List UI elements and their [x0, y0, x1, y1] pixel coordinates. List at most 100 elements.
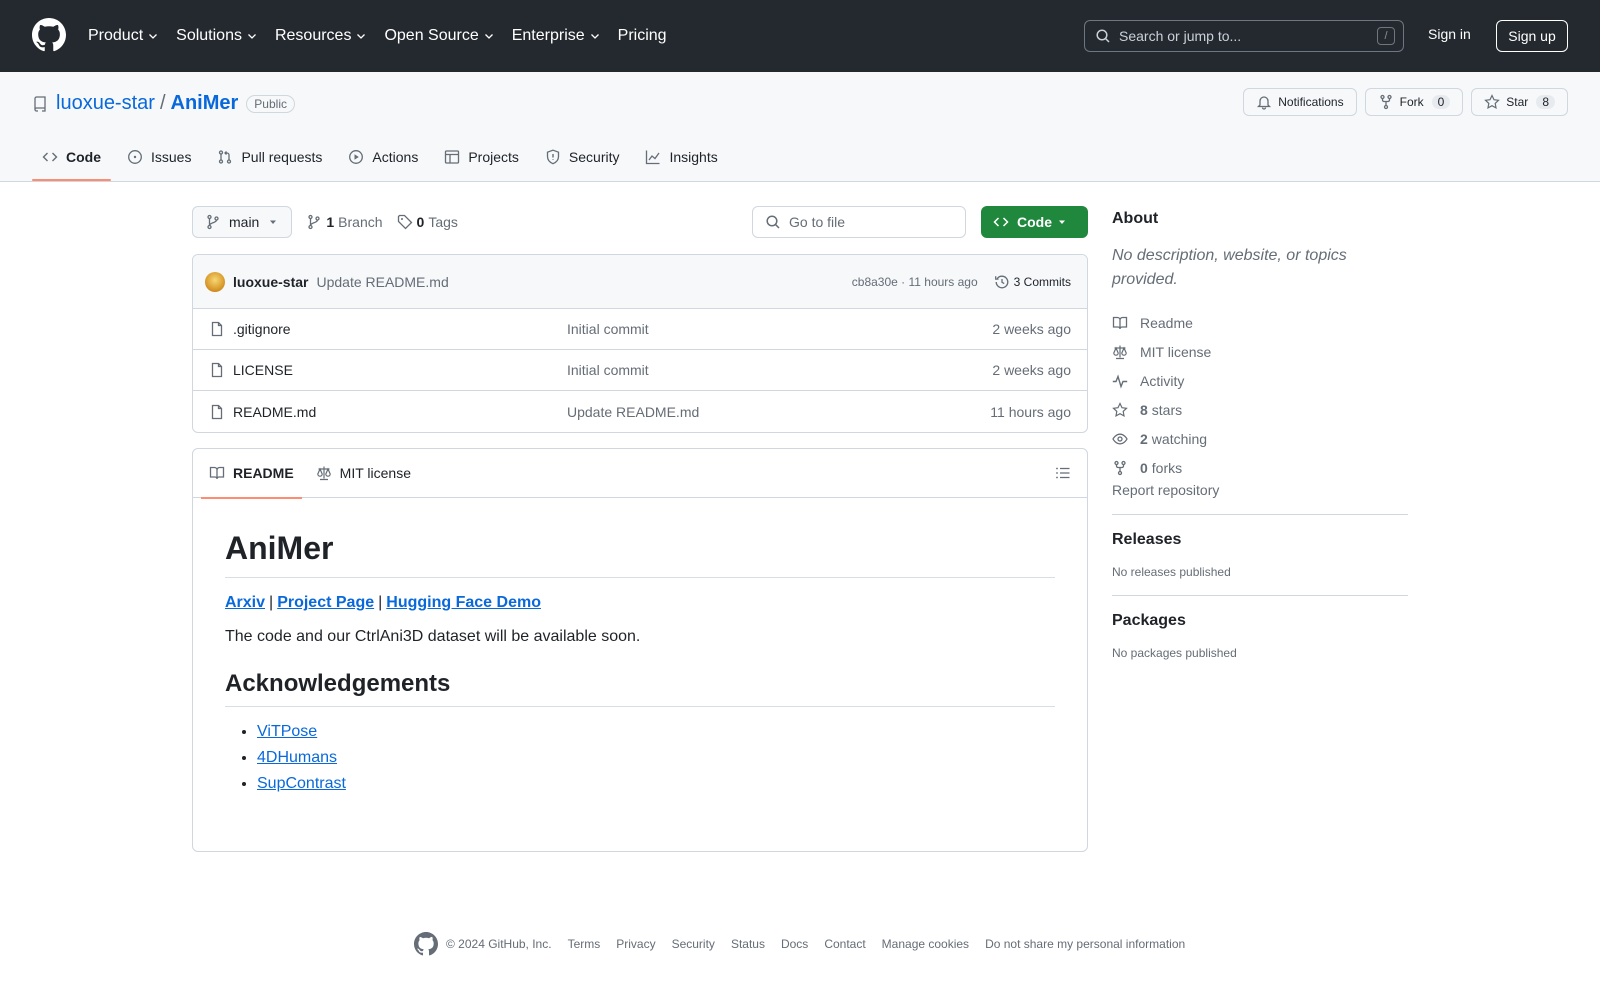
fork-icon: [1114, 460, 1126, 475]
go-to-file-input[interactable]: Go to file: [752, 206, 966, 238]
repo-owner-link[interactable]: luoxue-star: [56, 92, 155, 115]
tab-actions[interactable]: Actions: [338, 133, 428, 181]
tab-issues[interactable]: Issues: [117, 133, 201, 181]
shield-icon: [546, 149, 560, 165]
file-commit-message[interactable]: Initial commit: [567, 321, 992, 337]
branch-icon: [308, 214, 321, 230]
packages-heading[interactable]: Packages: [1112, 612, 1408, 630]
file-icon: [211, 362, 223, 378]
footer-link-security[interactable]: Security: [672, 937, 715, 951]
sidebar-stars-link[interactable]: 8 stars: [1112, 395, 1408, 424]
footer-link-manage-cookies[interactable]: Manage cookies: [882, 937, 969, 951]
caret-down-icon: [270, 220, 277, 224]
file-row[interactable]: LICENSE Initial commit 2 weeks ago: [193, 350, 1087, 391]
file-toolbar: main 1 Branch 0 Tags Go to file Code: [192, 206, 1088, 238]
report-repository-link[interactable]: Report repository: [1112, 482, 1219, 498]
file-commit-message[interactable]: Initial commit: [567, 362, 992, 378]
search-icon: [1096, 29, 1110, 43]
tab-pull-requests[interactable]: Pull requests: [207, 133, 332, 181]
project-page-link[interactable]: Project Page: [277, 594, 374, 611]
nav-pricing[interactable]: Pricing: [618, 27, 667, 45]
packages-empty-text: No packages published: [1112, 646, 1237, 660]
avatar[interactable]: [205, 271, 225, 292]
tab-readme[interactable]: README: [201, 449, 302, 499]
tab-security[interactable]: Security: [535, 133, 630, 181]
supcontrast-link[interactable]: SupContrast: [257, 775, 346, 792]
sidebar-license-link[interactable]: MIT license: [1112, 337, 1408, 366]
code-icon: [42, 152, 58, 162]
4dhumans-link[interactable]: 4DHumans: [257, 749, 337, 766]
footer-link-status[interactable]: Status: [731, 937, 765, 951]
outline-list-icon[interactable]: [1055, 465, 1071, 481]
readme-panel: README MIT license AniMer Arxiv | Project …: [192, 448, 1088, 852]
sidebar-activity-link[interactable]: Activity: [1112, 366, 1408, 395]
file-name-link[interactable]: LICENSE: [233, 362, 567, 378]
code-dropdown-button[interactable]: Code: [981, 206, 1088, 238]
footer-link-do-not-share[interactable]: Do not share my personal information: [985, 937, 1185, 951]
nav-solutions[interactable]: Solutions: [176, 27, 258, 45]
repo-icon: [34, 95, 46, 112]
github-logo-icon[interactable]: [414, 932, 438, 956]
commits-history-link[interactable]: 3 Commits: [994, 274, 1071, 290]
readme-content: AniMer Arxiv | Project Page | Hugging Face D…: [193, 498, 1087, 793]
file-row[interactable]: .gitignore Initial commit 2 weeks ago: [193, 309, 1087, 350]
commit-hash-time[interactable]: cb8a30e · 11 hours ago: [852, 275, 978, 289]
file-age: 2 weeks ago: [992, 321, 1071, 337]
commit-author-link[interactable]: luoxue-star: [233, 274, 308, 290]
footer-link-contact[interactable]: Contact: [824, 937, 865, 951]
star-button[interactable]: Star 8: [1471, 88, 1568, 116]
fork-count: 0: [1431, 95, 1451, 109]
nav-product[interactable]: Product: [88, 27, 159, 45]
readme-title: AniMer: [225, 530, 1055, 578]
github-logo-icon[interactable]: [32, 18, 66, 52]
list-item: ViTPose: [257, 723, 1055, 741]
file-name-link[interactable]: README.md: [233, 404, 567, 420]
footer-link-privacy[interactable]: Privacy: [616, 937, 655, 951]
search-shortcut-key: /: [1377, 27, 1395, 45]
nav-open-source[interactable]: Open Source: [384, 27, 494, 45]
repo-name-link[interactable]: AniMer: [171, 92, 239, 115]
releases-empty-text: No releases published: [1112, 565, 1231, 579]
hugging-face-demo-link[interactable]: Hugging Face Demo: [386, 594, 541, 611]
sign-up-button[interactable]: Sign up: [1496, 20, 1568, 52]
play-circle-icon: [349, 150, 364, 164]
commit-message-link[interactable]: Update README.md: [316, 274, 448, 290]
sidebar-forks-link[interactable]: 0 forks: [1112, 453, 1408, 482]
chevron-down-icon: [357, 34, 366, 39]
readme-links: Arxiv | Project Page | Hugging Face Demo: [225, 594, 1055, 612]
branches-link[interactable]: 1 Branch: [306, 214, 383, 230]
tab-license[interactable]: MIT license: [308, 449, 419, 498]
file-row[interactable]: README.md Update README.md 11 hours ago: [193, 391, 1087, 432]
arxiv-link[interactable]: Arxiv: [225, 594, 265, 611]
chevron-down-icon: [149, 34, 158, 39]
footer-link-docs[interactable]: Docs: [781, 937, 808, 951]
nav-resources[interactable]: Resources: [275, 27, 367, 45]
top-nav: Product Solutions Resources Open Source …: [88, 0, 684, 72]
readme-tabs: README MIT license: [193, 449, 1087, 499]
star-icon: [1112, 401, 1128, 417]
repo-path-separator: /: [159, 92, 166, 114]
file-name-link[interactable]: .gitignore: [233, 321, 567, 337]
code-icon: [993, 217, 1009, 227]
sidebar-readme-link[interactable]: Readme: [1112, 308, 1408, 337]
footer-link-terms[interactable]: Terms: [568, 937, 601, 951]
sidebar-watching-link[interactable]: 2 watching: [1112, 424, 1408, 453]
tags-link[interactable]: 0 Tags: [397, 214, 458, 230]
star-count: 8: [1536, 95, 1555, 109]
nav-enterprise[interactable]: Enterprise: [512, 27, 601, 45]
tab-insights[interactable]: Insights: [635, 133, 727, 181]
global-search-input[interactable]: Search or jump to... /: [1084, 20, 1404, 52]
vitpose-link[interactable]: ViTPose: [257, 723, 317, 740]
file-commit-message[interactable]: Update README.md: [567, 404, 990, 420]
fork-button[interactable]: Fork 0: [1364, 88, 1464, 116]
search-icon: [766, 215, 780, 229]
releases-heading[interactable]: Releases: [1112, 531, 1408, 549]
tab-projects[interactable]: Projects: [434, 133, 529, 181]
global-header: Product Solutions Resources Open Source …: [0, 0, 1600, 72]
chevron-down-icon: [484, 34, 493, 39]
tab-code[interactable]: Code: [32, 133, 111, 181]
notifications-button[interactable]: Notifications: [1243, 88, 1357, 116]
sign-in-link[interactable]: Sign in: [1428, 26, 1471, 42]
branch-selector[interactable]: main: [192, 206, 293, 238]
sidebar-divider: [1112, 514, 1408, 515]
